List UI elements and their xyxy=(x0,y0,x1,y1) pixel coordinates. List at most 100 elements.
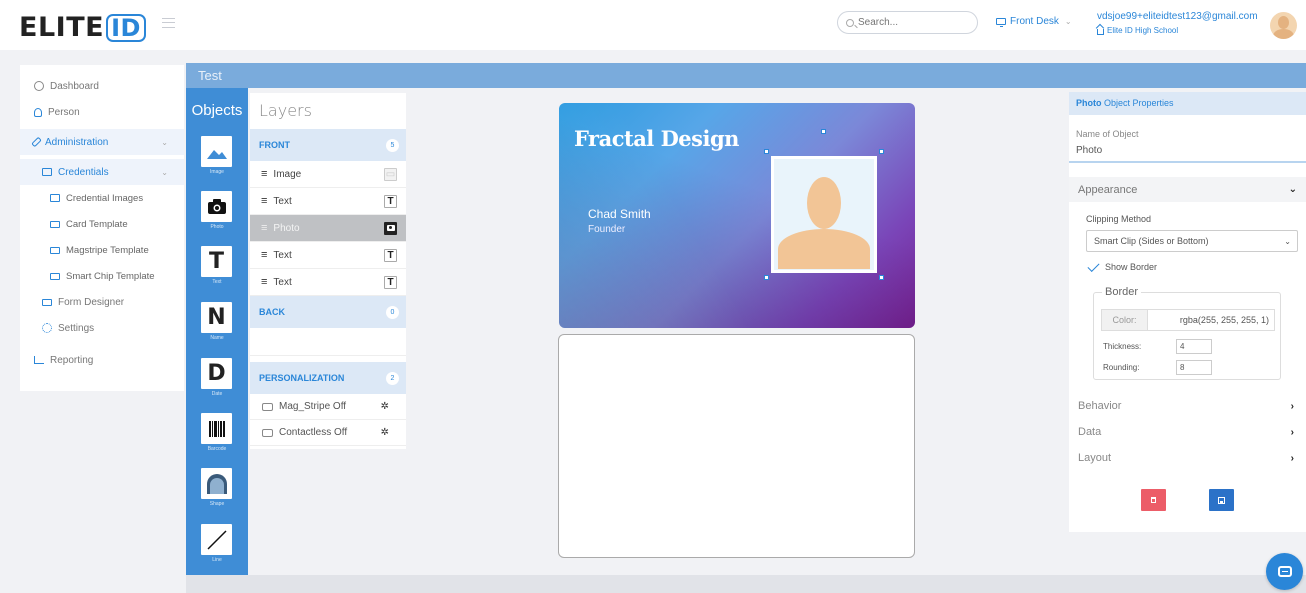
chevron-down-icon: ⌄ xyxy=(161,167,168,177)
sidebar: Dashboard Person Administration ⌄ Creden… xyxy=(20,65,184,391)
text-icon: T xyxy=(384,194,397,208)
search-box[interactable] xyxy=(837,11,978,34)
objects-title: Objects xyxy=(191,102,243,119)
image-icon: ▭ xyxy=(384,167,397,181)
location-selector[interactable]: Front Desk ⌄ xyxy=(996,16,1072,27)
object-name-button[interactable]: N xyxy=(201,302,232,333)
clipping-select[interactable]: Smart Clip (Sides or Bottom) ⌄ xyxy=(1086,230,1298,252)
behavior-accordion[interactable]: Behavior › xyxy=(1078,400,1300,412)
hamburger-menu-icon[interactable] xyxy=(162,18,175,28)
section-label: PERSONALIZATION xyxy=(259,373,345,383)
border-color-field[interactable]: Color: rgba(255, 255, 255, 1) xyxy=(1101,309,1275,331)
card-icon xyxy=(50,246,60,254)
sidebar-item-reporting[interactable]: Reporting xyxy=(20,347,184,373)
photo-object[interactable] xyxy=(771,156,877,273)
personalization-label: Mag_Stripe Off xyxy=(279,401,347,412)
thickness-input[interactable] xyxy=(1176,339,1212,354)
dashboard-icon xyxy=(34,81,44,91)
sidebar-item-label: Administration xyxy=(45,136,109,148)
object-shape-button[interactable] xyxy=(201,468,232,499)
personalization-row[interactable]: Contactless Off ✲ xyxy=(250,420,406,446)
barcode-icon xyxy=(208,420,225,437)
layout-accordion[interactable]: Layout › xyxy=(1078,452,1300,464)
object-text-button[interactable]: T xyxy=(201,246,232,277)
layer-label: Text xyxy=(273,276,292,288)
drag-handle-icon[interactable]: ≡ xyxy=(261,276,267,288)
gear-icon[interactable]: ✲ xyxy=(381,427,389,438)
layer-section-back[interactable]: BACK 0 xyxy=(250,296,406,328)
logo-text: ELITE xyxy=(19,12,105,43)
text-icon: T xyxy=(384,275,397,289)
sidebar-item-settings[interactable]: Settings xyxy=(20,315,184,341)
sidebar-item-form-designer[interactable]: Form Designer xyxy=(20,289,184,315)
border-fieldset: Border Color: rgba(255, 255, 255, 1) Thi… xyxy=(1093,286,1281,380)
logo-id: ID xyxy=(106,13,146,42)
gear-icon xyxy=(42,323,52,333)
sidebar-item-card-template[interactable]: Card Template xyxy=(20,211,184,237)
bottom-scrollbar[interactable] xyxy=(186,575,1306,593)
object-label: Text xyxy=(212,279,222,285)
card-title-text[interactable]: Fractal Design xyxy=(574,126,739,151)
sidebar-item-label: Credentials xyxy=(58,166,109,178)
sidebar-item-credential-images[interactable]: Credential Images xyxy=(20,185,184,211)
layer-row[interactable]: ≡ Text T xyxy=(250,188,406,215)
data-accordion[interactable]: Data › xyxy=(1078,426,1300,438)
appearance-accordion[interactable]: Appearance ⌄ xyxy=(1069,177,1306,202)
delete-button[interactable] xyxy=(1141,489,1166,511)
resize-handle-ne[interactable] xyxy=(879,149,884,154)
object-label: Name xyxy=(210,335,224,341)
rotate-handle[interactable] xyxy=(821,129,826,134)
resize-handle-se[interactable] xyxy=(879,275,884,280)
layer-label: Image xyxy=(273,168,302,180)
text-icon: T xyxy=(384,248,397,262)
layer-row-selected[interactable]: ≡ Photo xyxy=(250,215,406,242)
layer-empty xyxy=(250,328,406,356)
object-date-button[interactable]: D xyxy=(201,358,232,389)
card-back-canvas[interactable] xyxy=(558,334,915,558)
personalization-row[interactable]: Mag_Stripe Off ✲ xyxy=(250,394,406,420)
card-name-text[interactable]: Chad Smith xyxy=(588,207,651,221)
layers-panel: Layers FRONT 5 ≡ Image ▭ ≡ Text T ≡ Phot… xyxy=(250,93,406,449)
camera-icon xyxy=(384,221,397,235)
name-field[interactable]: Photo xyxy=(1069,139,1306,163)
drag-handle-icon[interactable]: ≡ xyxy=(261,168,267,180)
layer-section-front[interactable]: FRONT 5 xyxy=(250,129,406,161)
home-icon xyxy=(1097,29,1104,35)
drag-handle-icon[interactable]: ≡ xyxy=(261,195,267,207)
drag-handle-icon[interactable]: ≡ xyxy=(261,249,267,261)
layer-row[interactable]: ≡ Text T xyxy=(250,242,406,269)
user-info[interactable]: vdsjoe99+eliteidtest123@gmail.com Elite … xyxy=(1097,10,1258,38)
chat-button[interactable] xyxy=(1266,553,1303,590)
object-image-button[interactable] xyxy=(201,136,232,167)
rounding-input[interactable] xyxy=(1176,360,1212,375)
user-email: vdsjoe99+eliteidtest123@gmail.com xyxy=(1097,11,1258,22)
object-photo-button[interactable] xyxy=(201,191,232,222)
objects-panel: Objects Image Photo T Text N Name D Date… xyxy=(186,88,248,576)
save-button[interactable] xyxy=(1209,489,1234,511)
trash-icon xyxy=(1151,497,1156,503)
sidebar-item-person[interactable]: Person xyxy=(20,99,184,125)
resize-handle-nw[interactable] xyxy=(764,149,769,154)
sidebar-item-label: Dashboard xyxy=(50,80,99,92)
object-barcode-button[interactable] xyxy=(201,413,232,444)
drag-handle-icon[interactable]: ≡ xyxy=(261,222,267,234)
avatar[interactable] xyxy=(1270,12,1297,39)
sidebar-item-administration[interactable]: Administration ⌄ xyxy=(20,129,184,155)
layer-row[interactable]: ≡ Text T xyxy=(250,269,406,296)
thickness-row: Thickness: xyxy=(1103,339,1212,354)
search-input[interactable] xyxy=(858,17,968,28)
gear-icon[interactable]: ✲ xyxy=(381,401,389,412)
layer-section-personalization[interactable]: PERSONALIZATION 2 xyxy=(250,362,406,394)
object-line-button[interactable] xyxy=(201,524,232,555)
show-border-checkbox[interactable]: Show Border xyxy=(1069,252,1306,272)
card-role-text[interactable]: Founder xyxy=(588,224,625,235)
sidebar-item-credentials[interactable]: Credentials ⌄ xyxy=(20,159,184,185)
logo[interactable]: ELITE ID xyxy=(19,12,146,43)
card-front-canvas[interactable]: Fractal Design Chad Smith Founder xyxy=(559,103,915,328)
sidebar-item-magstripe-template[interactable]: Magstripe Template xyxy=(20,237,184,263)
layer-row[interactable]: ≡ Image ▭ xyxy=(250,161,406,188)
user-school-row: Elite ID High School xyxy=(1097,24,1258,38)
resize-handle-sw[interactable] xyxy=(764,275,769,280)
sidebar-item-smart-chip-template[interactable]: Smart Chip Template xyxy=(20,263,184,289)
sidebar-item-dashboard[interactable]: Dashboard xyxy=(20,73,184,99)
